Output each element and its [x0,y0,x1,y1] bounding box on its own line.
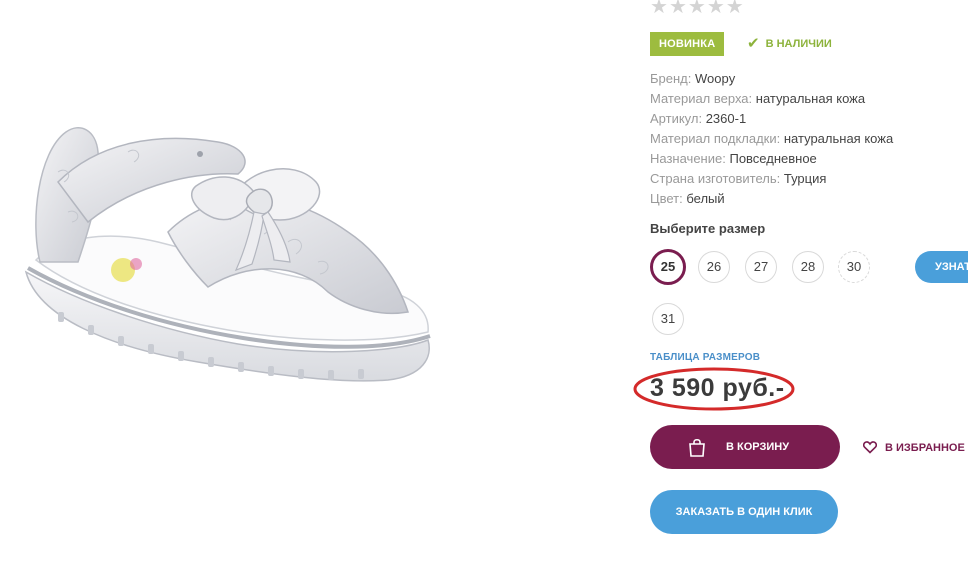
size-option-30[interactable]: 30 [838,251,870,283]
check-icon: ✔ [747,35,760,52]
product-properties: Бренд: Woopy Материал верха: натуральная… [650,69,893,209]
star-icon[interactable]: ★ [707,0,726,18]
property-row: Материал подкладки: натуральная кожа [650,129,893,149]
stock-label: В НАЛИЧИИ [765,38,832,50]
property-row: Бренд: Woopy [650,69,893,89]
property-row: Назначение: Повседневное [650,149,893,169]
star-icon[interactable]: ★ [650,0,669,18]
property-key: Артикул: [650,111,703,126]
product-image [18,112,438,402]
heart-icon [863,441,877,454]
property-key: Бренд: [650,71,692,86]
property-row: Страна изготовитель: Турция [650,169,893,189]
property-value: Повседневное [729,151,817,166]
sandal-illustration [24,127,431,382]
size-option-26[interactable]: 26 [698,251,730,283]
size-table-link[interactable]: ТАБЛИЦА РАЗМЕРОВ [650,352,760,363]
rating-stars[interactable]: ★★★★★ [650,0,745,18]
property-value: 2360-1 [705,111,747,126]
stock-status: ✔ В НАЛИЧИИ [747,33,832,55]
add-to-cart-label: В КОРЗИНУ [726,441,790,453]
property-key: Цвет: [650,191,683,206]
size-option-27[interactable]: 27 [745,251,777,283]
property-key: Страна изготовитель: [650,171,781,186]
property-row: Материал верха: натуральная кожа [650,89,893,109]
property-value: белый [686,191,725,206]
learn-button[interactable]: УЗНАТЬ [915,251,968,283]
new-badge: НОВИНКА [650,32,725,56]
property-key: Материал верха: [650,91,753,106]
size-selector-title: Выберите размер [650,221,766,236]
property-value: Турция [783,171,827,186]
one-click-order-button[interactable]: ЗАКАЗАТЬ В ОДИН КЛИК [650,490,838,534]
bag-icon [689,438,705,457]
price-highlight-oval [633,367,795,411]
property-row: Артикул: 2360-1 [650,109,893,129]
size-option-31[interactable]: 31 [652,303,684,335]
property-key: Материал подкладки: [650,131,781,146]
property-key: Назначение: [650,151,726,166]
star-icon[interactable]: ★ [726,0,745,18]
star-icon[interactable]: ★ [688,0,707,18]
star-icon[interactable]: ★ [669,0,688,18]
favorites-label: В ИЗБРАННОЕ [885,442,965,454]
property-value: Woopy [695,71,736,86]
add-to-cart-button[interactable]: В КОРЗИНУ [650,425,840,469]
property-row: Цвет: белый [650,189,893,209]
property-value: натуральная кожа [755,91,866,106]
size-option-28[interactable]: 28 [792,251,824,283]
property-value: натуральная кожа [783,131,894,146]
add-to-favorites-button[interactable]: В ИЗБРАННОЕ [863,440,965,456]
size-option-25[interactable]: 25 [650,249,686,285]
